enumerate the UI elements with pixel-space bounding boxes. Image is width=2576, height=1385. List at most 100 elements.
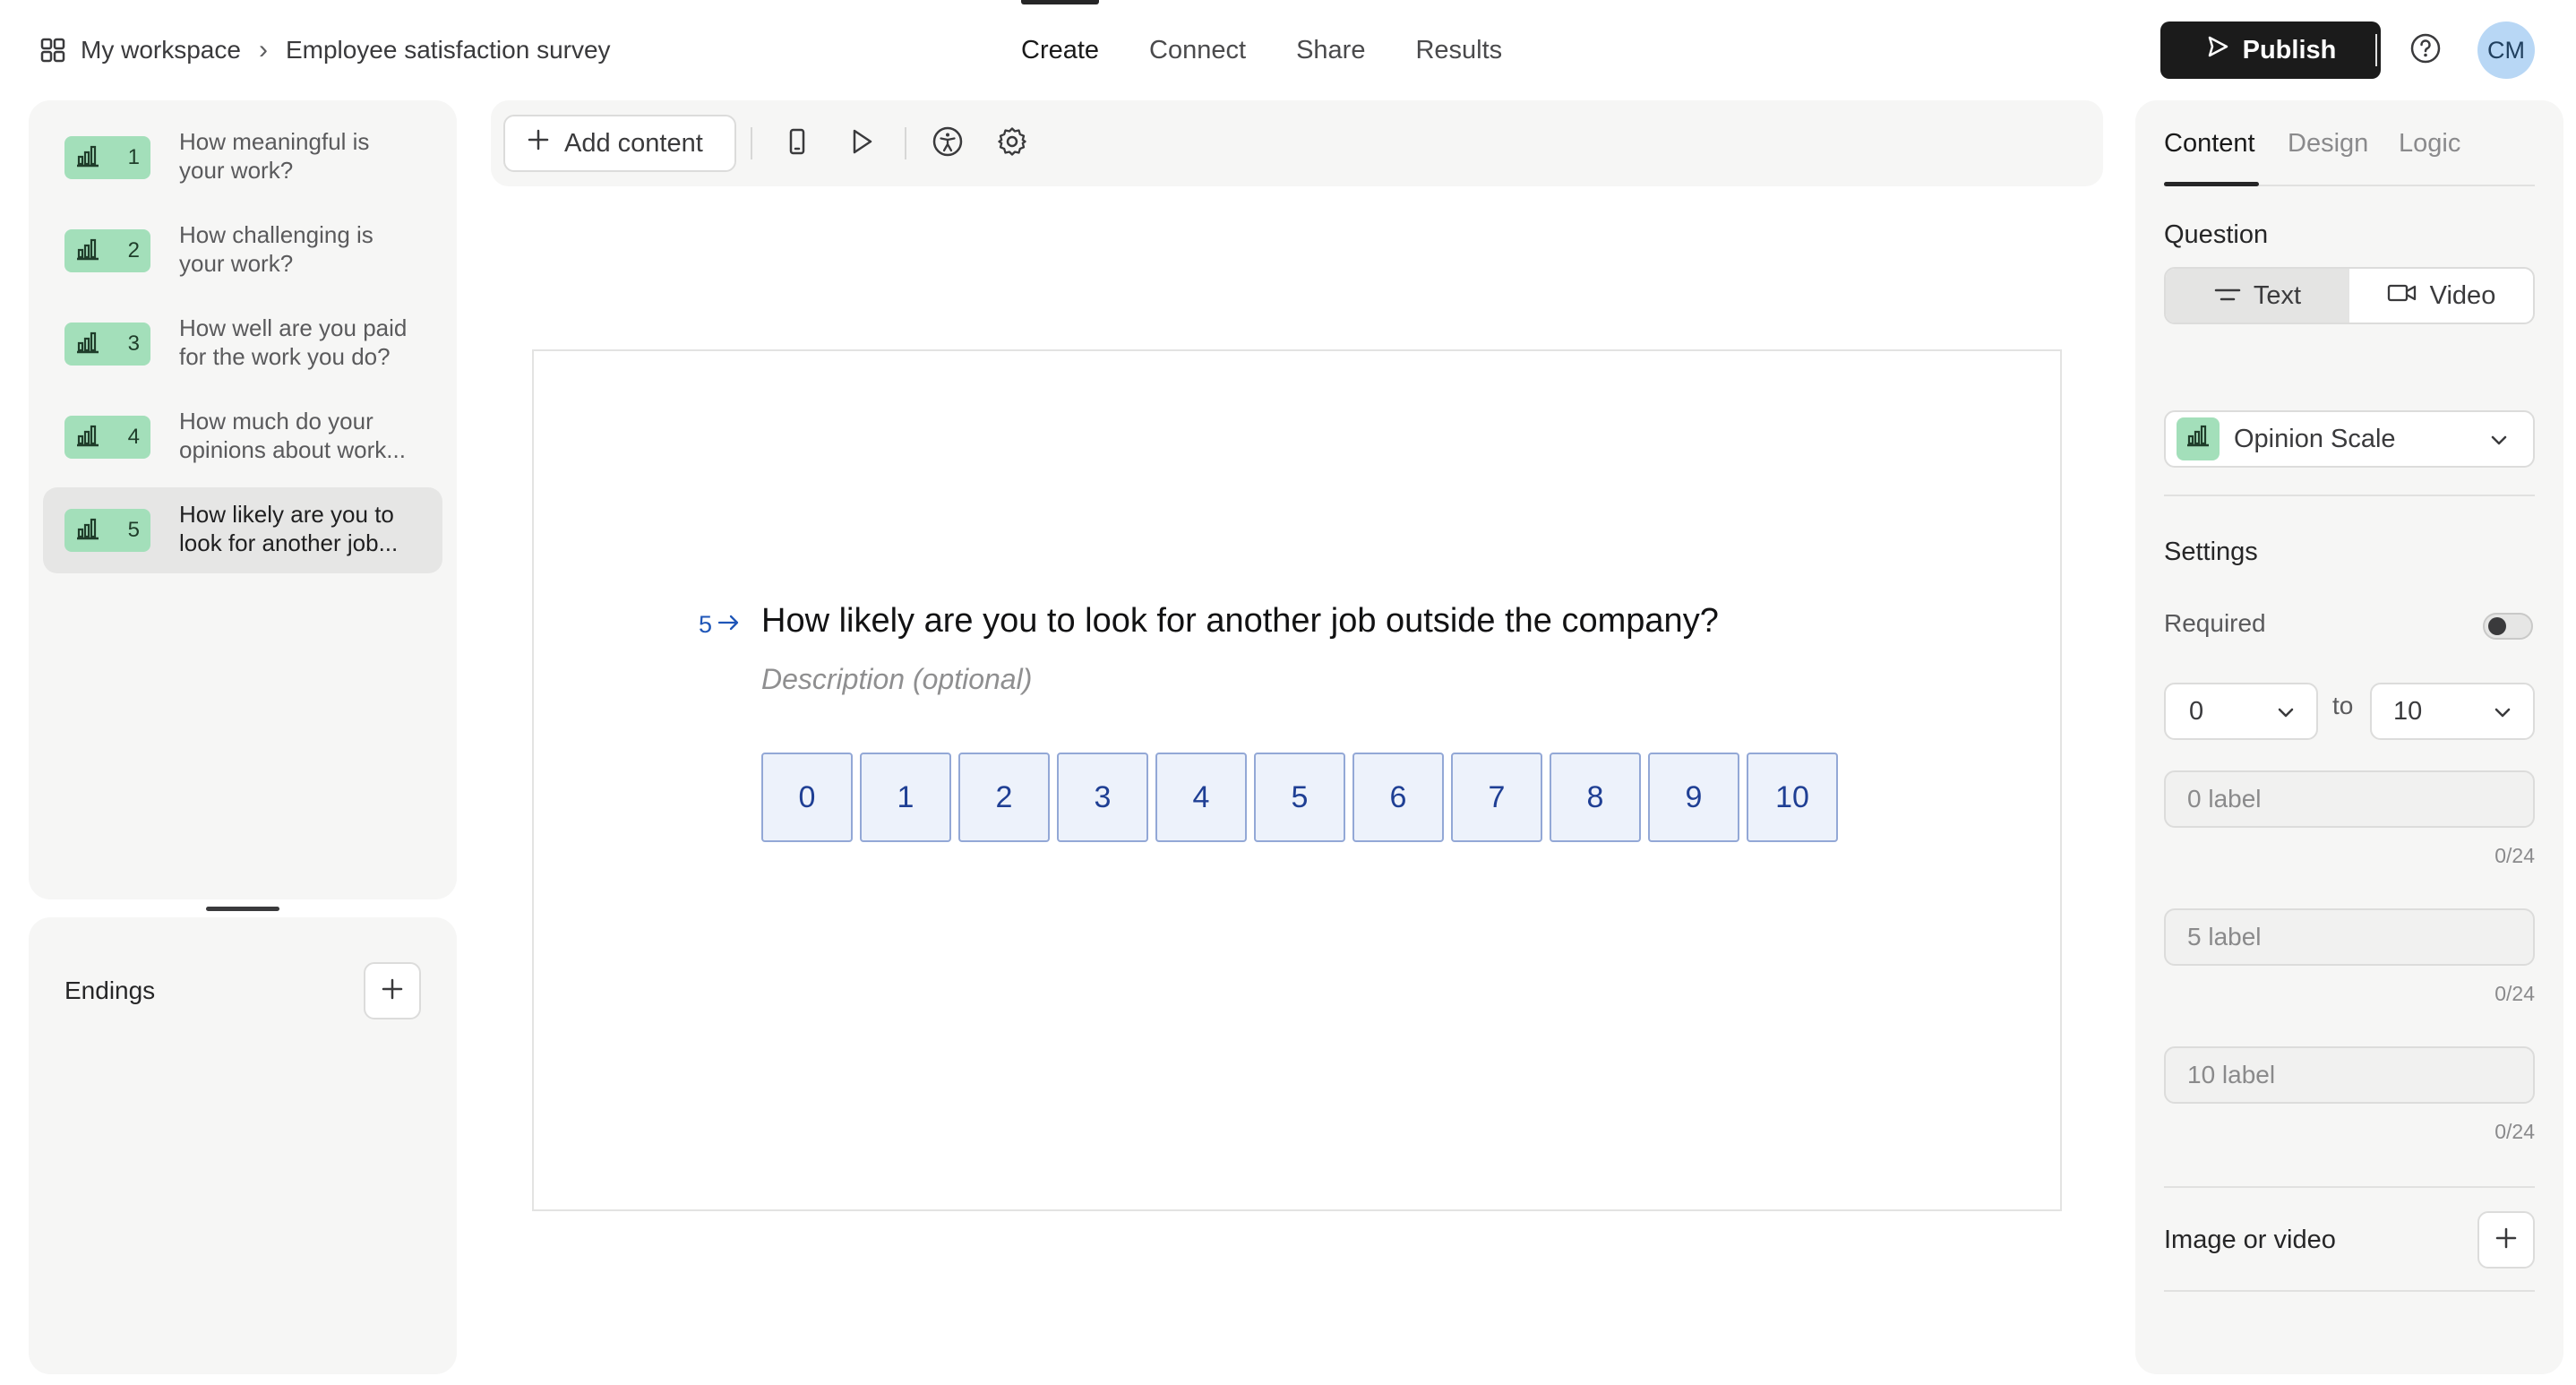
question-title[interactable]: How likely are you to look for another j… [761, 602, 1719, 641]
help-button[interactable] [2408, 32, 2443, 68]
scale-option-6[interactable]: 6 [1352, 753, 1444, 842]
settings-button[interactable] [994, 125, 1030, 161]
end-label-input[interactable] [2164, 1046, 2535, 1104]
question-badge: 1 [64, 136, 150, 179]
chevron-down-icon [2488, 428, 2510, 458]
send-icon [2205, 34, 2230, 66]
add-media-button[interactable] [2477, 1211, 2535, 1269]
scale-end-value: 10 [2393, 696, 2423, 726]
opinion-scale-icon [73, 235, 102, 268]
section-divider [2164, 1290, 2535, 1292]
scale-option-1[interactable]: 1 [860, 753, 951, 842]
mobile-preview-button[interactable] [779, 125, 815, 161]
chevron-down-icon [2275, 701, 2297, 730]
mobile-icon [782, 126, 812, 161]
scale-option-10[interactable]: 10 [1747, 753, 1838, 842]
scale-option-7[interactable]: 7 [1451, 753, 1542, 842]
question-type-label: Opinion Scale [2234, 424, 2396, 453]
start-label-input[interactable] [2164, 770, 2535, 828]
panel-resize-handle[interactable] [206, 907, 279, 911]
format-video-option[interactable]: Video [2349, 269, 2533, 323]
preview-button[interactable] [844, 125, 880, 161]
question-type-dropdown[interactable]: Opinion Scale [2164, 410, 2535, 468]
add-content-button[interactable]: Add content [503, 115, 736, 172]
tab-content-label: Content [2164, 129, 2255, 158]
avatar[interactable]: CM [2477, 22, 2535, 79]
gear-icon [996, 125, 1028, 162]
question-item-5[interactable]: 5 How likely are you to look for another… [43, 487, 442, 573]
breadcrumb: My workspace › Employee satisfaction sur… [39, 30, 611, 70]
questions-panel: 1 How meaningful is your work? 2 How cha… [29, 100, 457, 899]
settings-tabs: Content Design Logic [2164, 100, 2535, 186]
question-item-2[interactable]: 2 How challenging is your work? [43, 208, 442, 294]
breadcrumb-form-name[interactable]: Employee satisfaction survey [286, 36, 611, 65]
accessibility-button[interactable] [930, 125, 966, 161]
scale-end-dropdown[interactable]: 10 [2370, 683, 2535, 740]
settings-panel: Content Design Logic Question Text Video… [2135, 100, 2563, 1374]
header-divider [2375, 34, 2377, 66]
toggle-knob [2488, 617, 2506, 635]
scale-option-5[interactable]: 5 [1254, 753, 1345, 842]
play-icon [846, 126, 877, 161]
workspace-grid-icon[interactable] [39, 37, 66, 64]
endings-title: Endings [64, 976, 156, 1004]
question-number: 3 [127, 331, 140, 356]
publish-label: Publish [2242, 35, 2337, 65]
question-label-line: How much do your [179, 408, 374, 434]
question-number-text: 5 [699, 611, 713, 638]
question-description[interactable]: Description (optional) [761, 663, 1032, 696]
tab-design[interactable]: Design [2288, 129, 2368, 159]
question-item-1[interactable]: 1 How meaningful is your work? [43, 115, 442, 201]
scale-option-0[interactable]: 0 [761, 753, 853, 842]
toolbar-divider [751, 127, 752, 159]
opinion-scale: 0 1 2 3 4 5 6 7 8 9 10 [761, 753, 1838, 842]
question-number: 1 [127, 145, 140, 169]
tab-create[interactable]: Create [1021, 0, 1100, 100]
middle-label-counter: 0/24 [2494, 982, 2535, 1005]
question-label-line: How well are you paid [179, 314, 408, 341]
tab-content[interactable]: Content [2164, 129, 2255, 159]
required-toggle[interactable] [2483, 613, 2533, 640]
opinion-scale-icon [73, 328, 102, 361]
question-item-4[interactable]: 4 How much do your opinions about work..… [43, 394, 442, 480]
format-text-label: Text [2253, 280, 2302, 310]
scale-option-8[interactable]: 8 [1550, 753, 1641, 842]
top-bar: My workspace › Employee satisfaction sur… [0, 0, 2576, 100]
scale-option-2[interactable]: 2 [958, 753, 1050, 842]
tab-connect[interactable]: Connect [1149, 0, 1246, 100]
question-item-3[interactable]: 3 How well are you paid for the work you… [43, 301, 442, 387]
middle-label-input[interactable] [2164, 908, 2535, 966]
scale-start-dropdown[interactable]: 0 [2164, 683, 2318, 740]
opinion-scale-icon [73, 514, 102, 547]
scale-option-4[interactable]: 4 [1155, 753, 1247, 842]
question-label-line: for the work you do? [179, 343, 391, 370]
breadcrumb-workspace[interactable]: My workspace [81, 36, 241, 65]
settings-section-title: Settings [2164, 538, 2258, 566]
scale-option-3[interactable]: 3 [1057, 753, 1148, 842]
video-icon [2387, 281, 2417, 311]
add-ending-button[interactable] [364, 962, 421, 1019]
question-label: How much do your opinions about work... [179, 407, 430, 464]
format-text-option[interactable]: Text [2166, 269, 2349, 323]
question-label-line: How challenging is [179, 221, 374, 248]
tab-results[interactable]: Results [1415, 0, 1502, 100]
opinion-scale-icon [2184, 421, 2212, 457]
tab-logic[interactable]: Logic [2399, 129, 2460, 159]
toolbar-divider [905, 127, 906, 159]
opinion-scale-icon [73, 421, 102, 454]
tab-share[interactable]: Share [1296, 0, 1365, 100]
question-label: How likely are you to look for another j… [179, 500, 430, 557]
endings-panel: Endings [29, 917, 457, 1374]
opinion-scale-icon [73, 142, 102, 175]
scale-option-9[interactable]: 9 [1648, 753, 1739, 842]
question-label: How meaningful is your work? [179, 127, 430, 185]
question-number: 4 [127, 425, 140, 449]
question-label-line: opinions about work... [179, 436, 406, 463]
question-badge: 4 [64, 416, 150, 459]
question-badge: 3 [64, 323, 150, 366]
question-label: How well are you paid for the work you d… [179, 314, 430, 371]
required-label: Required [2164, 609, 2266, 637]
publish-button[interactable]: Publish [2160, 22, 2381, 79]
app-root: My workspace › Employee satisfaction sur… [0, 0, 2576, 1385]
type-badge [2177, 417, 2220, 460]
